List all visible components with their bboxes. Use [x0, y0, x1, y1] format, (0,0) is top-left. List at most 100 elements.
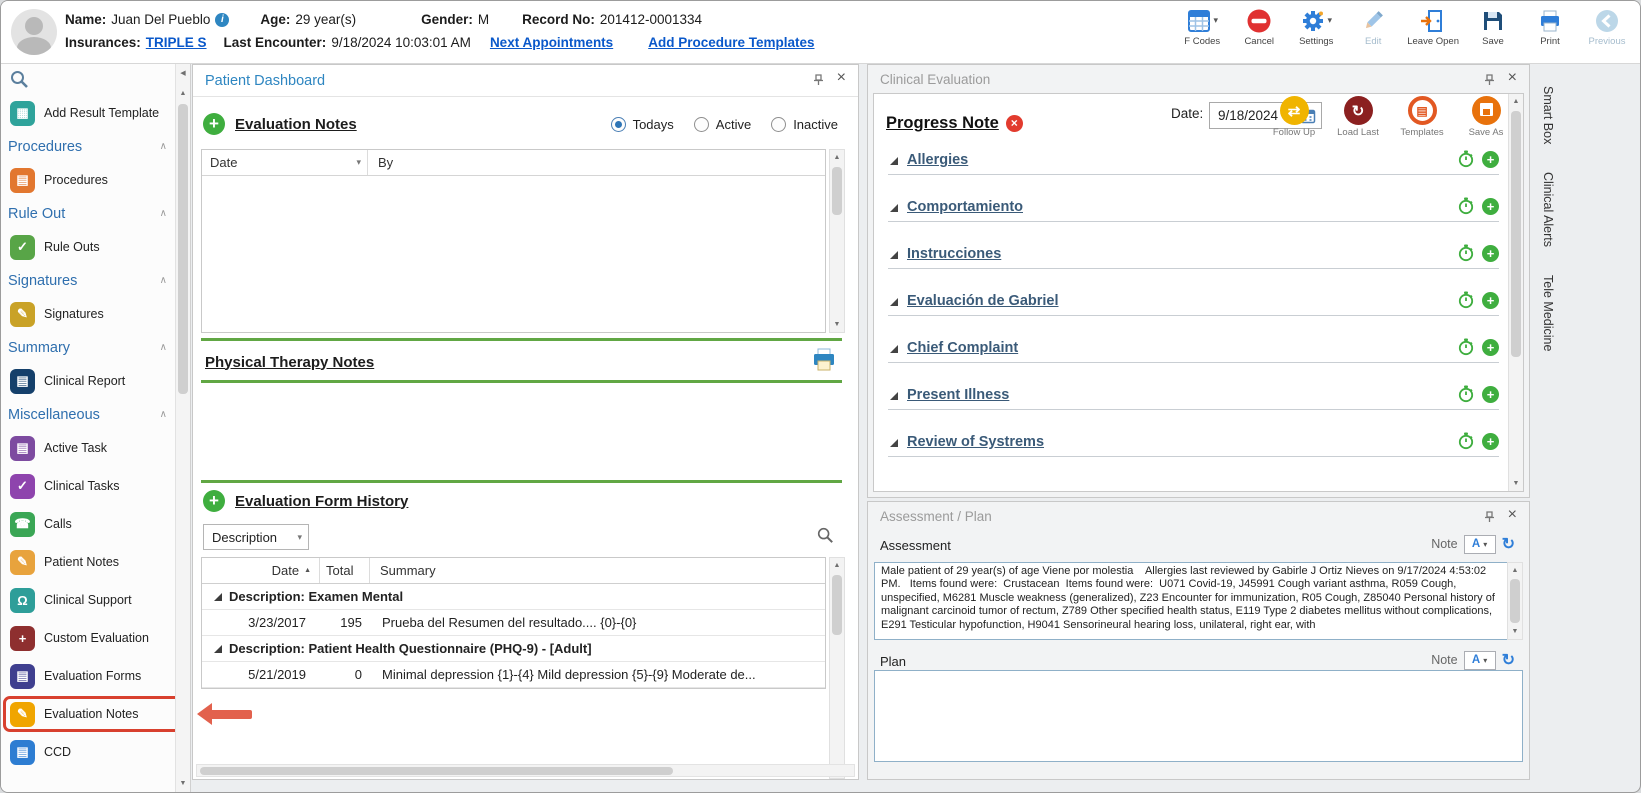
- evaluation-section-row[interactable]: Comportamiento: [888, 175, 1499, 222]
- sidebar-item[interactable]: ✎ Signatures: [4, 295, 173, 333]
- timer-icon[interactable]: [1457, 197, 1475, 215]
- collapse-sidebar-icon[interactable]: [176, 65, 190, 80]
- scrollbar-thumb[interactable]: [1510, 579, 1520, 623]
- chevron-up-icon[interactable]: [160, 275, 167, 286]
- sidebar-item[interactable]: ✓ Rule Outs: [4, 228, 173, 266]
- sidebar-item[interactable]: ☎ Calls: [4, 505, 173, 543]
- scrollbar-thumb[interactable]: [178, 104, 188, 394]
- dock-tab[interactable]: Smart Box: [1541, 86, 1555, 144]
- note-style-dropdown[interactable]: A: [1463, 534, 1496, 554]
- scroll-up-icon[interactable]: [830, 558, 844, 573]
- add-evaluation-note-icon[interactable]: [203, 113, 225, 135]
- column-header-date[interactable]: Date: [202, 150, 368, 175]
- pin-icon[interactable]: [1484, 73, 1495, 91]
- scroll-down-icon[interactable]: [176, 776, 190, 791]
- note-style-dropdown[interactable]: A: [1463, 650, 1496, 670]
- timer-icon[interactable]: [1457, 432, 1475, 450]
- column-header-by[interactable]: By: [368, 155, 825, 170]
- sidebar-item[interactable]: ▤ Active Task: [4, 429, 173, 467]
- filter-dropdown-icon[interactable]: [356, 157, 361, 168]
- plan-textarea[interactable]: [874, 670, 1523, 762]
- radio-option[interactable]: Todays: [610, 116, 674, 132]
- chevron-up-icon[interactable]: [160, 141, 167, 152]
- evaluation-section-row[interactable]: Allergies: [888, 128, 1499, 175]
- add-section-entry-icon[interactable]: [1482, 150, 1499, 168]
- chevron-up-icon[interactable]: [160, 342, 167, 353]
- pin-icon[interactable]: [813, 73, 824, 91]
- f-codes-dropdown-icon[interactable]: [1213, 15, 1218, 26]
- insurance-link[interactable]: TRIPLE S: [146, 35, 207, 50]
- dock-tab[interactable]: Clinical Alerts: [1541, 172, 1555, 247]
- f-codes-button[interactable]: F Codes: [1179, 6, 1225, 47]
- description-filter-combo[interactable]: Description: [203, 524, 309, 550]
- pin-icon[interactable]: [1484, 510, 1495, 528]
- sidebar-item[interactable]: + Custom Evaluation: [4, 619, 173, 657]
- scroll-up-icon[interactable]: [1508, 563, 1522, 578]
- edit-button[interactable]: Edit: [1350, 6, 1396, 47]
- assessment-textarea[interactable]: Male patient of 29 year(s) of age Viene …: [874, 562, 1523, 640]
- scroll-up-icon[interactable]: [1509, 94, 1523, 109]
- timer-icon[interactable]: [1457, 291, 1475, 309]
- horizontal-scrollbar[interactable]: [196, 764, 855, 777]
- evaluation-section-row[interactable]: Review of Systrems: [888, 410, 1499, 457]
- add-evaluation-form-icon[interactable]: [203, 490, 225, 512]
- chevron-up-icon[interactable]: [160, 208, 167, 219]
- sidebar-item[interactable]: ▦ Add Result Template: [4, 94, 173, 132]
- refresh-icon[interactable]: [1502, 534, 1515, 554]
- history-group-row[interactable]: Description: Patient Health Questionnair…: [202, 636, 825, 662]
- evaluation-section-row[interactable]: Chief Complaint: [888, 316, 1499, 363]
- chevron-up-icon[interactable]: [160, 409, 167, 420]
- settings-button[interactable]: Settings: [1293, 6, 1339, 47]
- column-header-date[interactable]: Date: [202, 558, 320, 583]
- sidebar-section-header[interactable]: Miscellaneous: [4, 400, 173, 429]
- table-scrollbar[interactable]: [829, 557, 845, 779]
- close-icon[interactable]: [1508, 506, 1517, 524]
- scrollbar-thumb[interactable]: [832, 575, 842, 635]
- history-row[interactable]: 5/21/2019 0 Minimal depression {1}-{4} M…: [202, 662, 825, 688]
- timer-icon[interactable]: [1457, 150, 1475, 168]
- add-procedure-templates-link[interactable]: Add Procedure Templates: [648, 35, 814, 50]
- sidebar-section-header[interactable]: Signatures: [4, 266, 173, 295]
- print-notes-icon[interactable]: [810, 347, 838, 378]
- add-section-entry-icon[interactable]: [1482, 244, 1499, 262]
- search-icon[interactable]: [816, 526, 834, 549]
- previous-button[interactable]: Previous: [1584, 6, 1630, 47]
- scrollbar-thumb[interactable]: [200, 767, 674, 775]
- add-section-entry-icon[interactable]: [1482, 197, 1499, 215]
- sidebar-item[interactable]: Ω Clinical Support: [4, 581, 173, 619]
- evaluation-section-row[interactable]: Present Illness: [888, 363, 1499, 410]
- sidebar-section-header[interactable]: Rule Out: [4, 199, 173, 228]
- evaluation-section-row[interactable]: Instrucciones: [888, 222, 1499, 269]
- sidebar-item[interactable]: ✎ Patient Notes: [4, 543, 173, 581]
- patient-info-icon[interactable]: [215, 12, 230, 27]
- column-header-total[interactable]: Total: [320, 558, 370, 583]
- save-button[interactable]: Save: [1470, 6, 1516, 47]
- close-icon[interactable]: [1508, 69, 1517, 87]
- close-icon[interactable]: [837, 69, 846, 87]
- timer-icon[interactable]: [1457, 338, 1475, 356]
- scrollbar-thumb[interactable]: [832, 167, 842, 215]
- radio-option[interactable]: Active: [693, 116, 751, 132]
- cancel-button[interactable]: Cancel: [1236, 6, 1282, 47]
- timer-icon[interactable]: [1457, 244, 1475, 262]
- leave-open-button[interactable]: Leave Open: [1407, 6, 1459, 47]
- timer-icon[interactable]: [1457, 385, 1475, 403]
- radio-option[interactable]: Inactive: [771, 116, 838, 132]
- sidebar-search-icon[interactable]: [9, 69, 29, 94]
- evaluation-section-row[interactable]: Evaluación de Gabriel: [888, 269, 1499, 316]
- add-section-entry-icon[interactable]: [1482, 338, 1499, 356]
- sidebar-section-header[interactable]: Summary: [4, 333, 173, 362]
- sidebar-item[interactable]: ▤ Evaluation Forms: [4, 657, 173, 695]
- textarea-scrollbar[interactable]: [1507, 562, 1523, 640]
- sidebar-item[interactable]: ✎ Evaluation Notes: [3, 695, 186, 733]
- add-section-entry-icon[interactable]: [1482, 432, 1499, 450]
- sidebar-item[interactable]: ▤ CCD: [4, 733, 173, 771]
- print-button[interactable]: Print: [1527, 6, 1573, 47]
- dock-tab[interactable]: Tele Medicine: [1541, 275, 1555, 351]
- settings-dropdown-icon[interactable]: [1327, 15, 1332, 26]
- sidebar-item[interactable]: ▤ Clinical Report: [4, 362, 173, 400]
- add-section-entry-icon[interactable]: [1482, 385, 1499, 403]
- column-header-summary[interactable]: Summary: [370, 563, 825, 578]
- scroll-down-icon[interactable]: [830, 317, 844, 332]
- scroll-down-icon[interactable]: [1508, 624, 1522, 639]
